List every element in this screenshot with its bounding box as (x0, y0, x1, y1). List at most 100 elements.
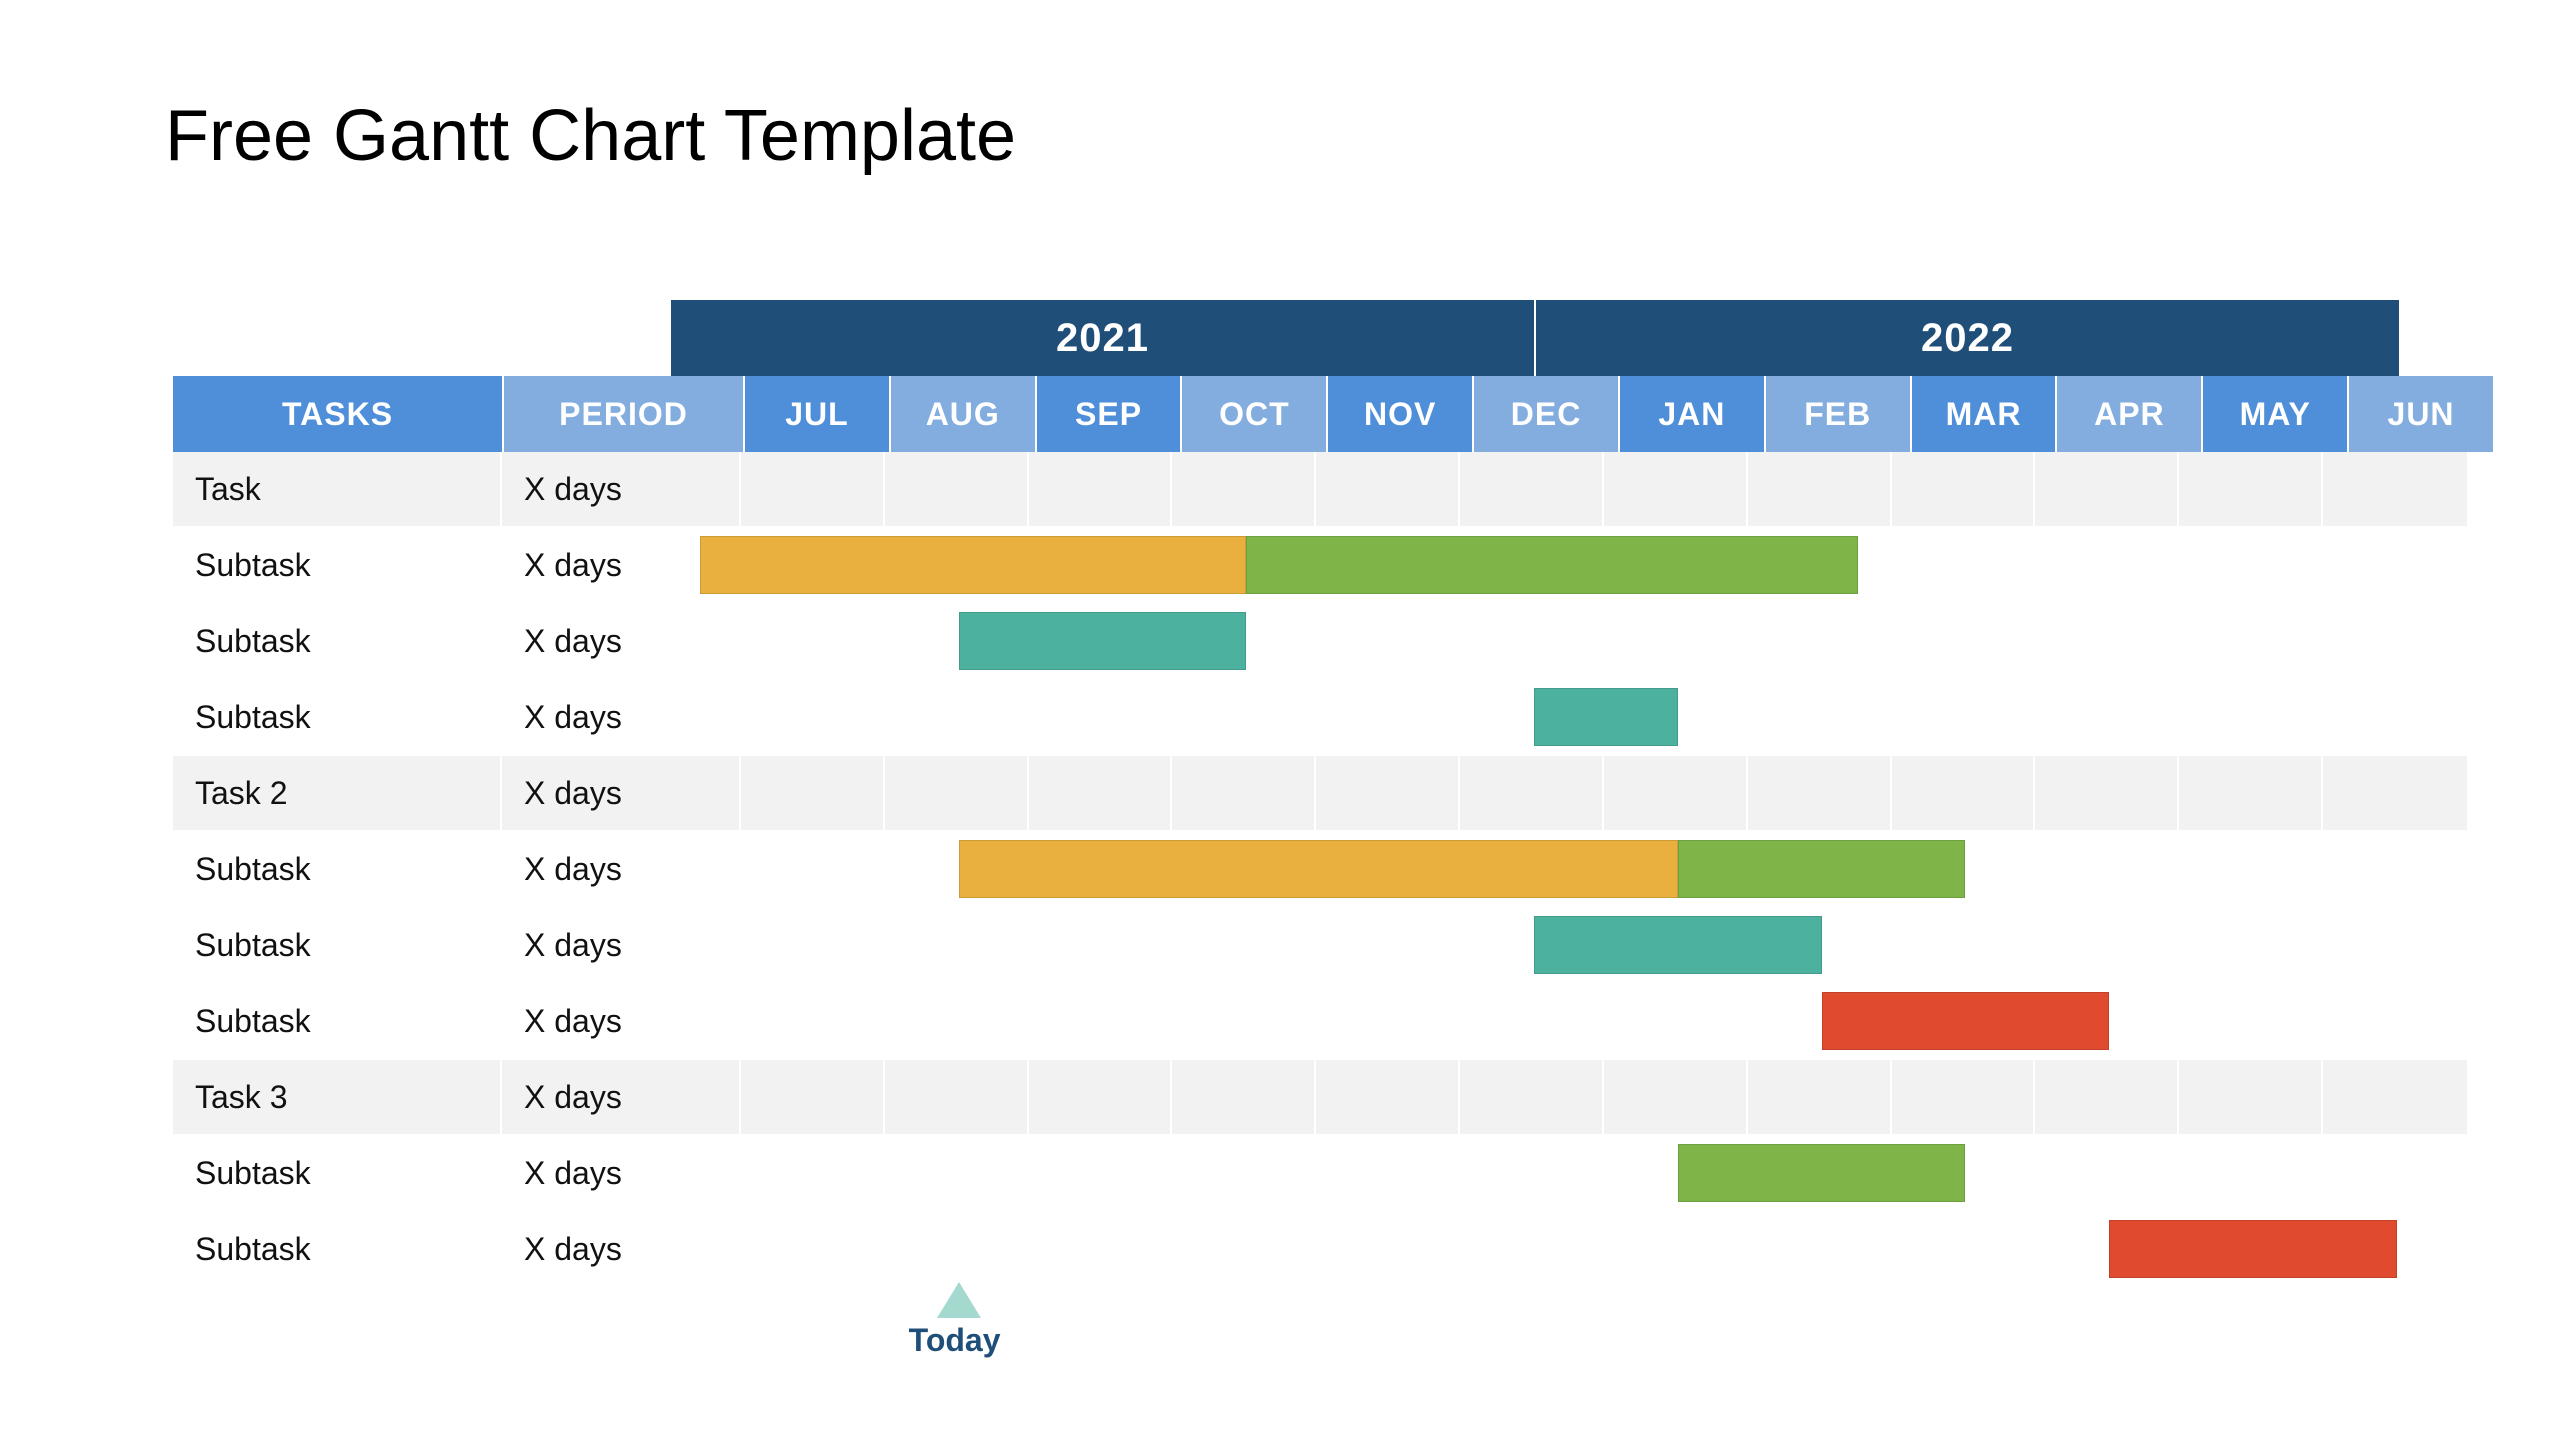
task-name-cell: Task 2 (173, 756, 502, 830)
gantt-cell (1172, 452, 1316, 526)
gantt-cell (1316, 1060, 1460, 1134)
gantt-task-row: SubtaskX days (173, 604, 2397, 680)
task-name-cell: Subtask (173, 1136, 502, 1210)
gantt-cell (1316, 680, 1460, 754)
gantt-cell (741, 528, 885, 602)
year-header: 2022 (1536, 300, 2399, 376)
gantt-cell (1748, 1060, 1892, 1134)
task-name-cell: Task 3 (173, 1060, 502, 1134)
gantt-cell (741, 1060, 885, 1134)
gantt-cell (1172, 1136, 1316, 1210)
gantt-cell (1029, 680, 1173, 754)
gantt-cell (1604, 1060, 1748, 1134)
gantt-cell (1604, 832, 1748, 906)
gantt-cell (2323, 1060, 2467, 1134)
gantt-cell (1604, 452, 1748, 526)
month-header: NOV (1328, 376, 1474, 452)
gantt-cell (1892, 984, 2036, 1058)
gantt-cell (885, 984, 1029, 1058)
gantt-cell (1460, 832, 1604, 906)
gantt-cell (2035, 756, 2179, 830)
gantt-cell (741, 832, 885, 906)
gantt-cell (2035, 680, 2179, 754)
gantt-cell (2035, 1060, 2179, 1134)
gantt-cell (1460, 452, 1604, 526)
gantt-cell (1892, 1136, 2036, 1210)
gantt-cell (2035, 984, 2179, 1058)
month-header: AUG (891, 376, 1037, 452)
gantt-cell (1748, 1212, 1892, 1286)
gantt-year-row: 20212022 (173, 300, 2397, 376)
gantt-cell (1604, 984, 1748, 1058)
gantt-cell (1172, 756, 1316, 830)
column-header-period: PERIOD (504, 376, 745, 452)
gantt-cell (741, 1212, 885, 1286)
gantt-cell (2323, 1212, 2467, 1286)
gantt-cell (2035, 832, 2179, 906)
gantt-cell (2179, 1060, 2323, 1134)
gantt-task-row: SubtaskX days (173, 908, 2397, 984)
gantt-cell (2035, 1136, 2179, 1210)
gantt-group-row: Task 2X days (173, 756, 2397, 832)
gantt-cell (2179, 680, 2323, 754)
gantt-group-row: TaskX days (173, 452, 2397, 528)
gantt-cell (1460, 1212, 1604, 1286)
gantt-cell (1316, 756, 1460, 830)
gantt-cell (2179, 528, 2323, 602)
gantt-cell (1604, 1136, 1748, 1210)
gantt-cell (1316, 452, 1460, 526)
gantt-cell (1892, 604, 2036, 678)
task-name-cell: Subtask (173, 604, 502, 678)
gantt-task-row: SubtaskX days (173, 680, 2397, 756)
gantt-cell (1892, 756, 2036, 830)
gantt-cell (1604, 1212, 1748, 1286)
task-period-cell: X days (502, 756, 741, 830)
gantt-cell (1029, 832, 1173, 906)
gantt-chart: 20212022 TASKS PERIOD JULAUGSEPOCTNOVDEC… (173, 300, 2397, 1288)
gantt-cell (1604, 680, 1748, 754)
gantt-cell (2179, 1136, 2323, 1210)
task-name-cell: Subtask (173, 908, 502, 982)
gantt-cell (2323, 1136, 2467, 1210)
task-name-cell: Subtask (173, 528, 502, 602)
gantt-cell (885, 1136, 1029, 1210)
gantt-cell (1892, 908, 2036, 982)
gantt-group-row: Task 3X days (173, 1060, 2397, 1136)
month-header: MAY (2203, 376, 2349, 452)
gantt-cell (1172, 984, 1316, 1058)
gantt-cell (2035, 452, 2179, 526)
gantt-cell (2035, 1212, 2179, 1286)
page-title: Free Gantt Chart Template (165, 95, 1016, 177)
gantt-cell (2179, 908, 2323, 982)
gantt-cell (1029, 984, 1173, 1058)
gantt-task-row: SubtaskX days (173, 832, 2397, 908)
gantt-cell (1316, 908, 1460, 982)
gantt-cell (1029, 756, 1173, 830)
gantt-cell (2035, 528, 2179, 602)
gantt-task-row: SubtaskX days (173, 1212, 2397, 1288)
gantt-cell (1172, 680, 1316, 754)
gantt-cell (2323, 680, 2467, 754)
gantt-cell (885, 1212, 1029, 1286)
gantt-cell (1460, 528, 1604, 602)
task-name-cell: Subtask (173, 984, 502, 1058)
gantt-cell (1604, 604, 1748, 678)
gantt-cell (885, 604, 1029, 678)
month-header: OCT (1182, 376, 1328, 452)
task-name-cell: Task (173, 452, 502, 526)
task-period-cell: X days (502, 680, 741, 754)
gantt-cell (2323, 984, 2467, 1058)
gantt-cell (885, 908, 1029, 982)
gantt-cell (1892, 680, 2036, 754)
month-header: APR (2057, 376, 2203, 452)
month-header: SEP (1037, 376, 1183, 452)
gantt-cell (1748, 908, 1892, 982)
gantt-cell (1172, 604, 1316, 678)
gantt-cell (1460, 1060, 1604, 1134)
gantt-cell (2035, 604, 2179, 678)
gantt-cell (741, 984, 885, 1058)
gantt-cell (1892, 1212, 2036, 1286)
gantt-cell (741, 756, 885, 830)
month-header: JUL (745, 376, 891, 452)
gantt-cell (741, 452, 885, 526)
